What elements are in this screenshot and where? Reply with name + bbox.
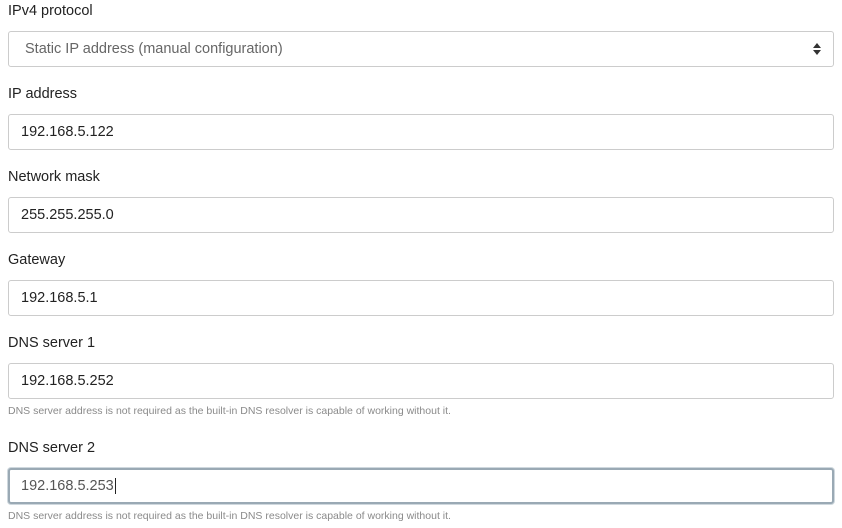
dns-server-2-help-text: DNS server address is not required as th… — [8, 510, 451, 522]
ipv4-protocol-label: IPv4 protocol — [8, 3, 93, 19]
dns-server-2-value: 192.168.5.253 — [21, 478, 114, 494]
ipv4-protocol-select[interactable]: Static IP address (manual configuration) — [8, 31, 834, 67]
dns-server-1-label: DNS server 1 — [8, 335, 96, 351]
dns-server-1-input[interactable]: 192.168.5.252 — [8, 363, 834, 399]
dns-server-1-value: 192.168.5.252 — [21, 373, 114, 389]
ip-address-input[interactable]: 192.168.5.122 — [8, 114, 834, 150]
sort-arrows-icon — [813, 43, 821, 55]
network-mask-value: 255.255.255.0 — [21, 207, 114, 223]
network-mask-label: Network mask — [8, 169, 100, 185]
network-settings-form: IPv4 protocol Static IP address (manual … — [0, 0, 842, 528]
gateway-input[interactable]: 192.168.5.1 — [8, 280, 834, 316]
dns-server-2-label: DNS server 2 — [8, 440, 96, 456]
dns-server-1-help-text: DNS server address is not required as th… — [8, 405, 451, 417]
text-cursor — [114, 478, 116, 494]
ipv4-protocol-selected-value: Static IP address (manual configuration) — [25, 41, 283, 57]
gateway-label: Gateway — [8, 252, 66, 268]
ip-address-label: IP address — [8, 86, 78, 102]
gateway-value: 192.168.5.1 — [21, 290, 98, 306]
ip-address-value: 192.168.5.122 — [21, 124, 114, 140]
dns-server-2-input[interactable]: 192.168.5.253 — [8, 468, 834, 504]
network-mask-input[interactable]: 255.255.255.0 — [8, 197, 834, 233]
